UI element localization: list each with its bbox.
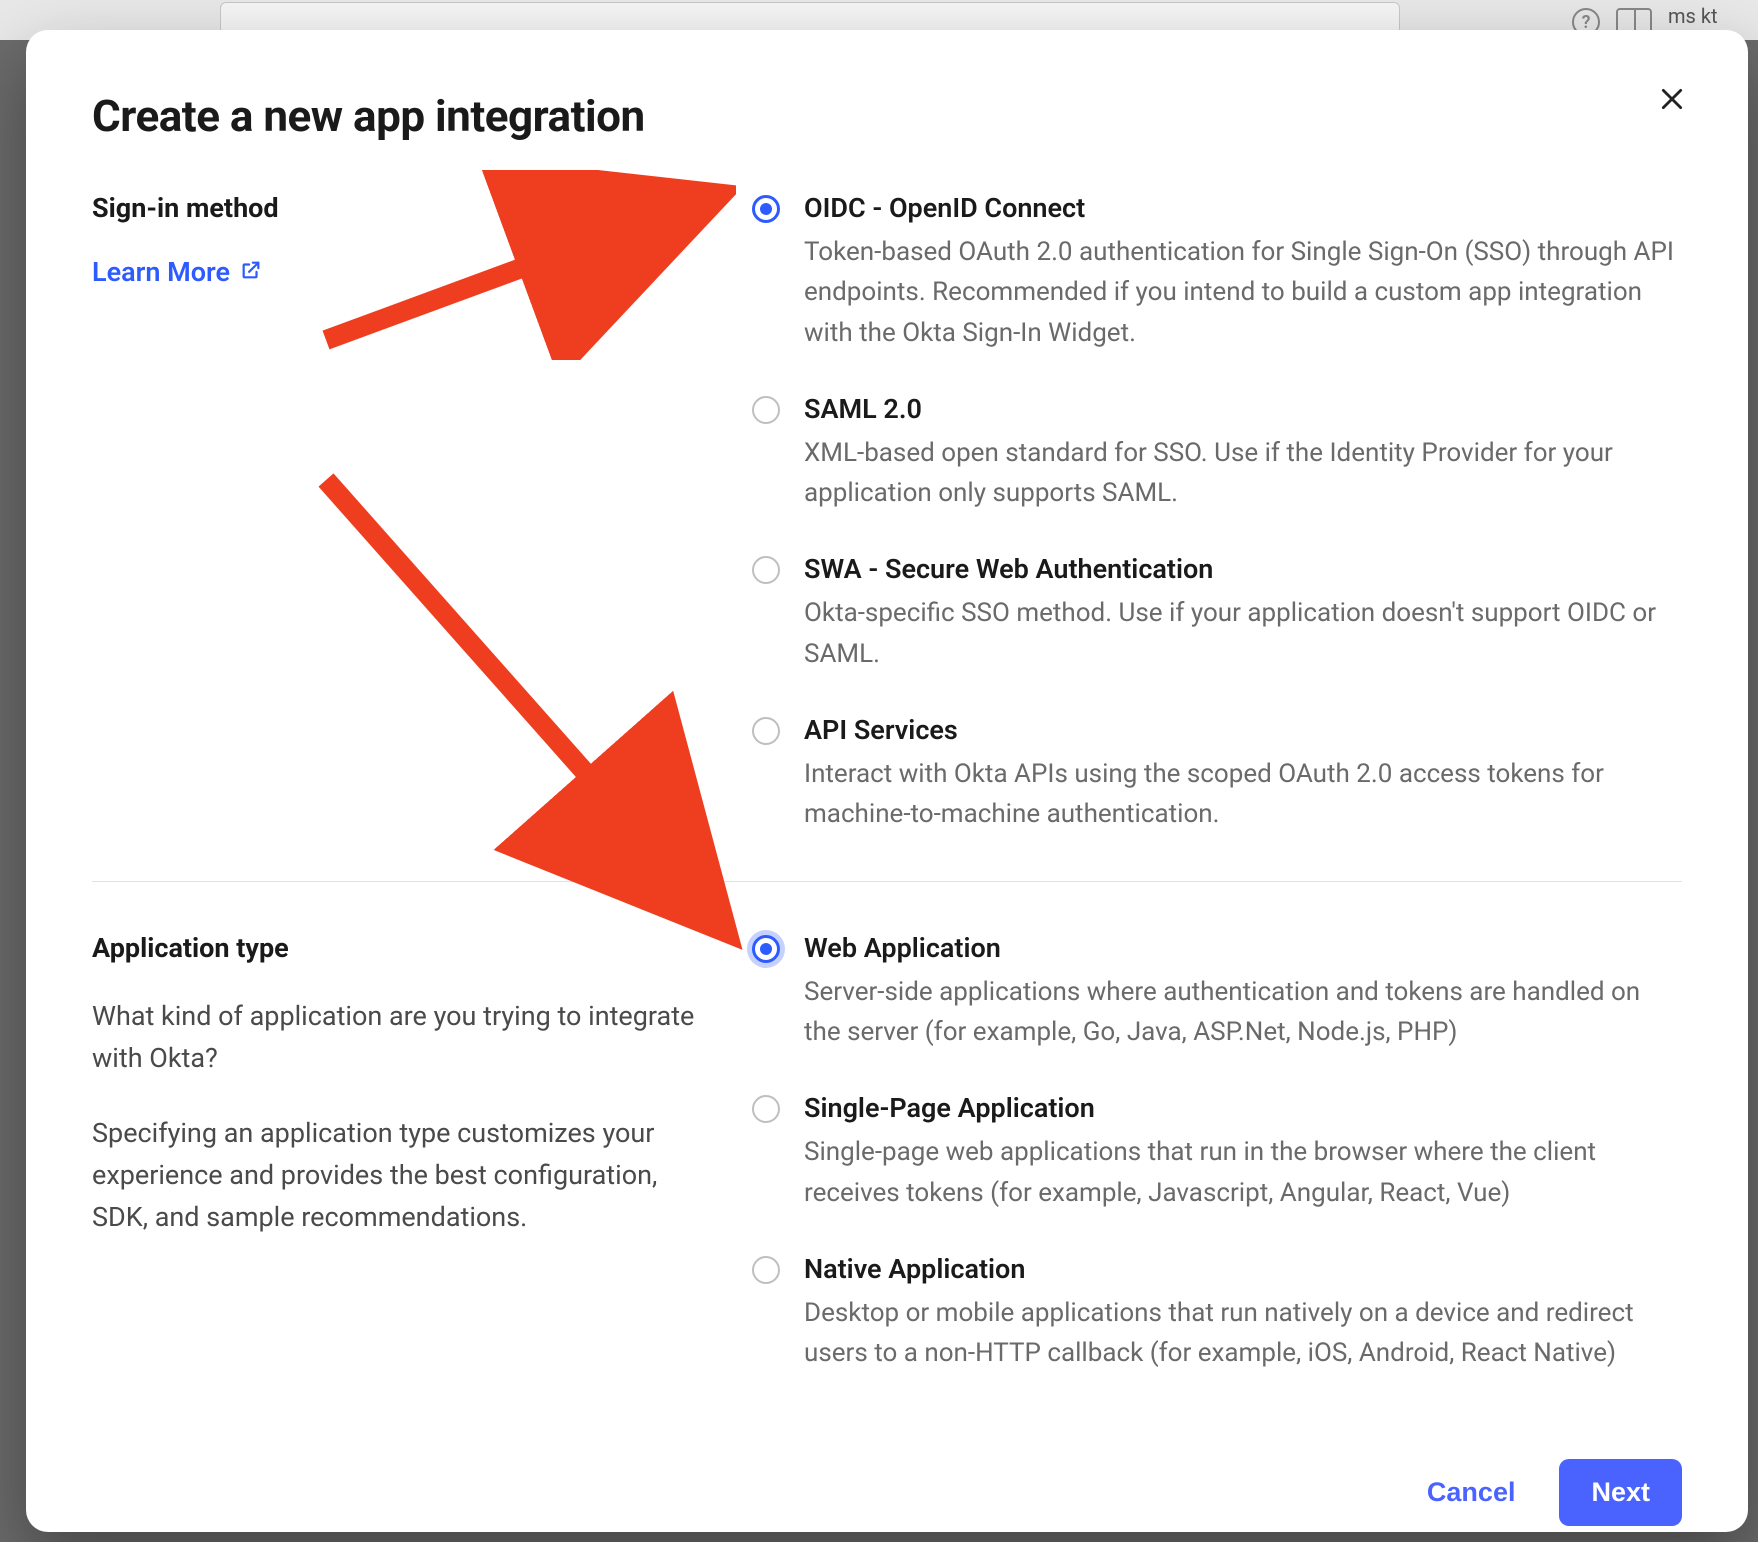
radio-input-spa[interactable] — [752, 1095, 780, 1123]
radio-input-oidc[interactable] — [752, 195, 780, 223]
radio-description: Server-side applications where authentic… — [804, 972, 1682, 1053]
radio-option-native[interactable]: Native Application Desktop or mobile app… — [752, 1253, 1682, 1374]
modal-footer: Cancel Next — [92, 1419, 1682, 1526]
radio-input-api-services[interactable] — [752, 717, 780, 745]
radio-description: Okta-specific SSO method. Use if your ap… — [804, 593, 1682, 674]
radio-input-swa[interactable] — [752, 556, 780, 584]
external-link-icon — [240, 256, 262, 288]
signin-method-heading: Sign-in method — [92, 192, 712, 224]
learn-more-link[interactable]: Learn More — [92, 256, 262, 288]
radio-description: Single-page web applications that run in… — [804, 1132, 1682, 1213]
radio-label: Web Application — [804, 932, 1682, 964]
radio-label: OIDC - OpenID Connect — [804, 192, 1682, 224]
radio-description: Token-based OAuth 2.0 authentication for… — [804, 232, 1682, 353]
radio-label: SWA - Secure Web Authentication — [804, 553, 1682, 585]
radio-option-api-services[interactable]: API Services Interact with Okta APIs usi… — [752, 714, 1682, 835]
radio-description: Interact with Okta APIs using the scoped… — [804, 754, 1682, 835]
modal-title: Create a new app integration — [92, 90, 1682, 142]
section-application-type: Application type What kind of applicatio… — [92, 881, 1682, 1420]
cancel-button[interactable]: Cancel — [1417, 1463, 1526, 1522]
radio-option-web-app[interactable]: Web Application Server-side applications… — [752, 932, 1682, 1053]
radio-option-saml[interactable]: SAML 2.0 XML-based open standard for SSO… — [752, 393, 1682, 514]
radio-label: Single-Page Application — [804, 1092, 1682, 1124]
radio-label: API Services — [804, 714, 1682, 746]
radio-input-saml[interactable] — [752, 396, 780, 424]
radio-option-swa[interactable]: SWA - Secure Web Authentication Okta-spe… — [752, 553, 1682, 674]
application-type-heading: Application type — [92, 932, 712, 964]
radio-label: SAML 2.0 — [804, 393, 1682, 425]
application-type-desc-2: Specifying an application type customize… — [92, 1113, 712, 1239]
radio-description: Desktop or mobile applications that run … — [804, 1293, 1682, 1374]
radio-option-oidc[interactable]: OIDC - OpenID Connect Token-based OAuth … — [752, 192, 1682, 353]
radio-label: Native Application — [804, 1253, 1682, 1285]
background-user-label: ms kt — [1668, 6, 1758, 27]
create-app-integration-modal: Create a new app integration Sign-in met… — [26, 30, 1748, 1532]
radio-option-spa[interactable]: Single-Page Application Single-page web … — [752, 1092, 1682, 1213]
next-button[interactable]: Next — [1559, 1459, 1682, 1526]
learn-more-label: Learn More — [92, 256, 230, 288]
radio-description: XML-based open standard for SSO. Use if … — [804, 433, 1682, 514]
radio-input-native[interactable] — [752, 1256, 780, 1284]
application-type-desc-1: What kind of application are you trying … — [92, 996, 712, 1080]
close-icon — [1659, 86, 1685, 115]
section-signin-method: Sign-in method Learn More OIDC - OpenID … — [92, 192, 1682, 881]
radio-input-web-app[interactable] — [752, 935, 780, 963]
close-button[interactable] — [1652, 80, 1692, 120]
